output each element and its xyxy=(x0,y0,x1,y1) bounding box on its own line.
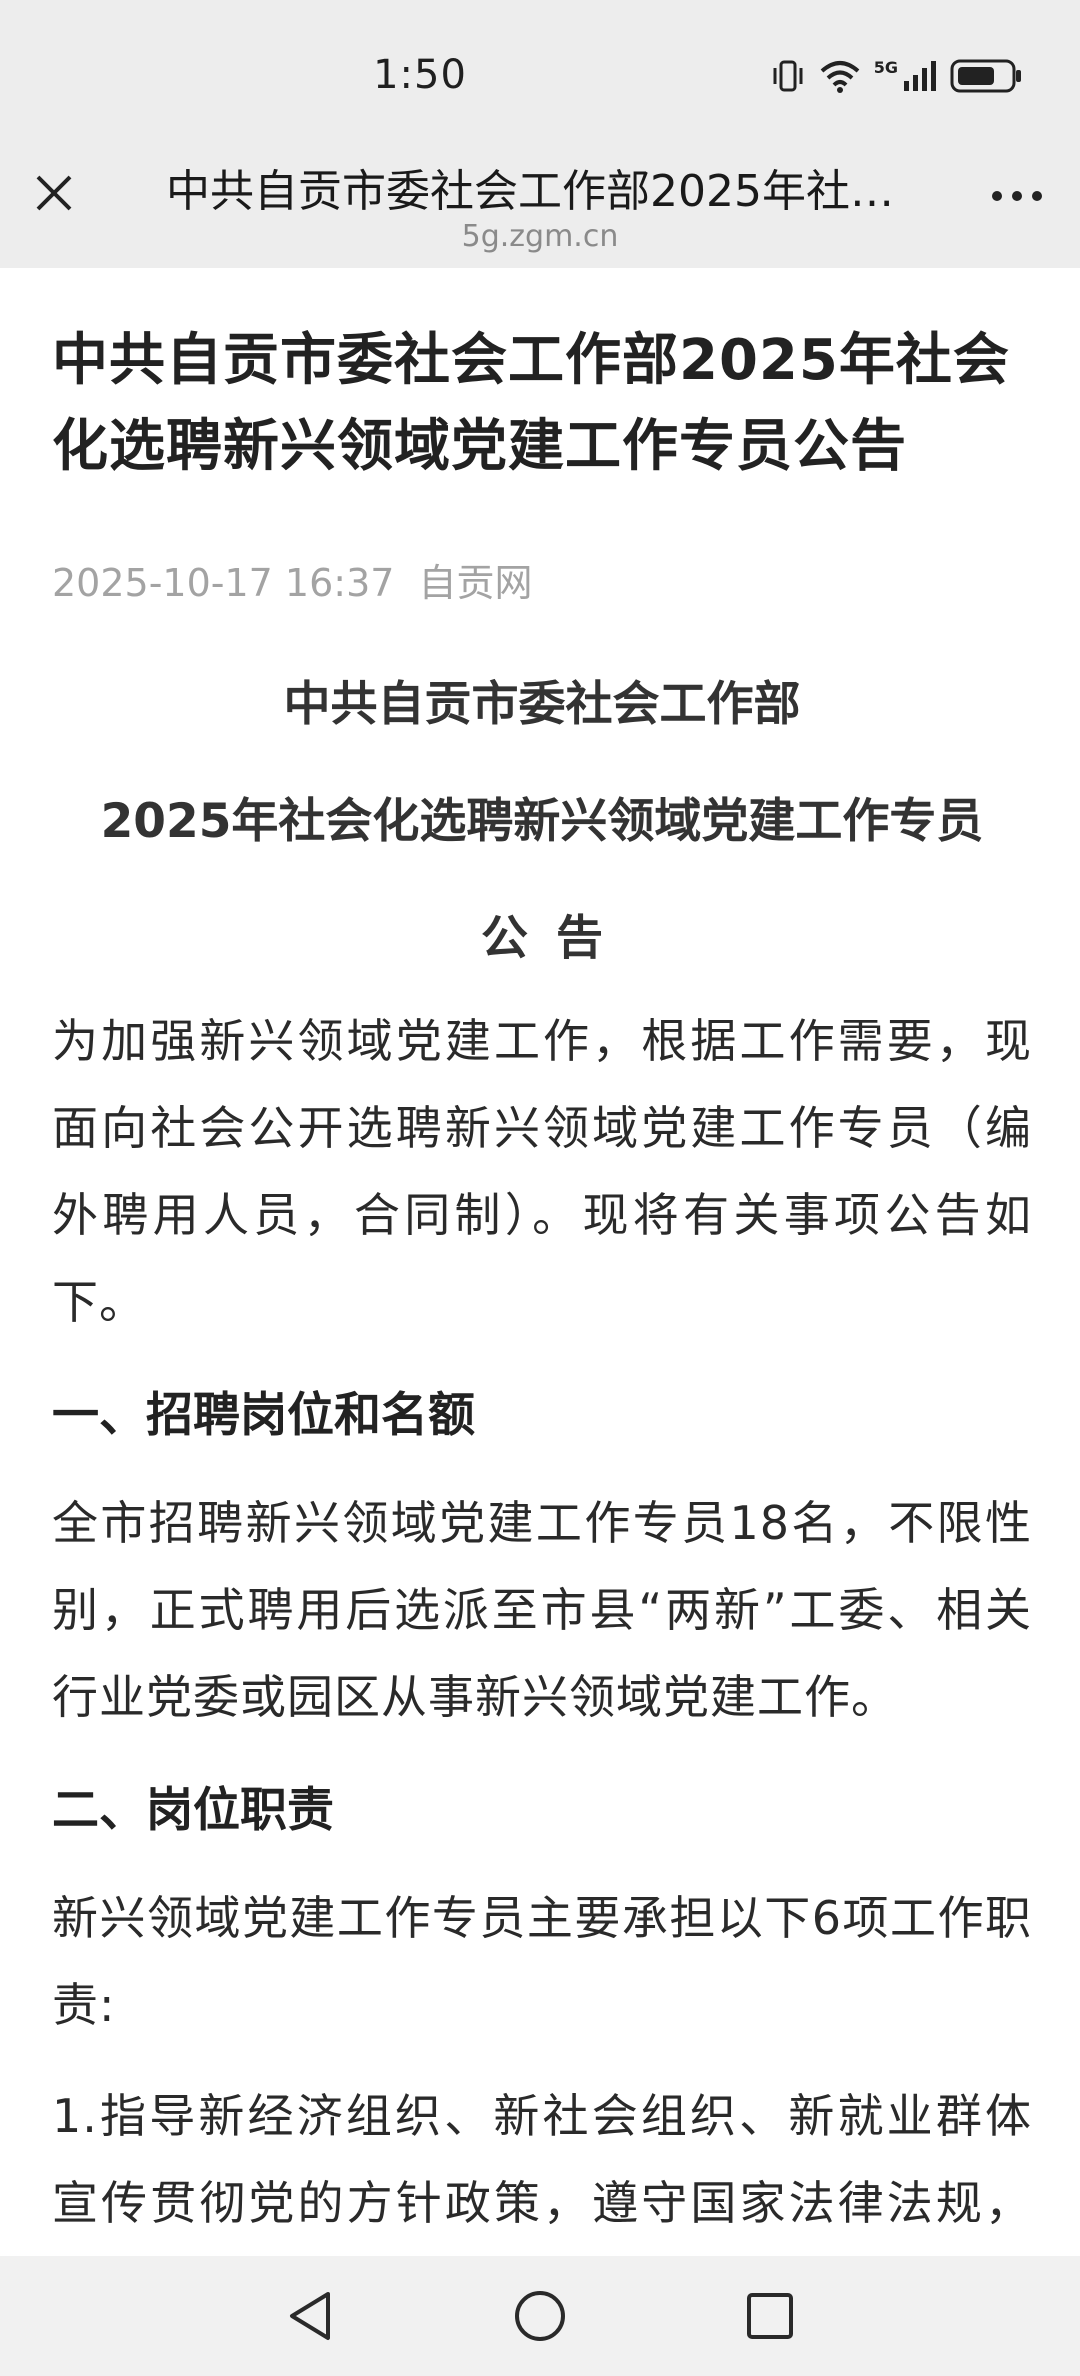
heading-line-1: 中共自贡市委社会工作部 xyxy=(283,677,801,732)
intro-paragraph: 为加强新兴领域党建工作，根据工作需要，现面向社会公开选聘新兴领域党建工作专员（编… xyxy=(52,1014,1032,1329)
close-button[interactable] xyxy=(20,161,88,229)
heading-line-3: 公告 xyxy=(481,911,631,966)
vibrate-icon xyxy=(770,59,806,93)
signal-icon xyxy=(902,59,938,93)
status-bar: 1:50 5G xyxy=(0,0,1080,135)
recent-apps-button[interactable] xyxy=(730,2278,810,2358)
status-time: 1:50 xyxy=(373,52,467,98)
article-meta: 2025-10-17 16:37 自贡网 xyxy=(52,552,1032,607)
recent-apps-icon xyxy=(744,2290,796,2346)
back-icon xyxy=(284,2288,336,2348)
close-icon xyxy=(32,171,76,219)
status-icons: 5G xyxy=(770,58,1024,94)
battery-icon xyxy=(950,58,1024,94)
heading-line-2: 2025年社会化选聘新兴领域党建工作专员 xyxy=(100,794,984,849)
network-label: 5G xyxy=(873,58,898,77)
article-date: 2025-10-17 16:37 xyxy=(52,561,395,605)
header-domain: 5g.zgm.cn xyxy=(461,219,619,254)
system-nav-bar xyxy=(0,2256,1080,2376)
article-source[interactable]: 自贡网 xyxy=(418,561,532,605)
more-icon xyxy=(989,188,1045,207)
back-button[interactable] xyxy=(270,2278,350,2358)
home-button[interactable] xyxy=(500,2278,580,2358)
wifi-icon xyxy=(818,59,862,93)
section-2-paragraph: 新兴领域党建工作专员主要承担以下6项工作职责: xyxy=(52,1891,1032,2032)
section-1-heading: 一、招聘岗位和名额 xyxy=(52,1388,475,1443)
article-title: 中共自贡市委社会工作部2025年社会化选聘新兴领域党建工作专员公告 xyxy=(52,328,1010,479)
section-2-heading: 二、岗位职责 xyxy=(52,1783,334,1838)
article: 中共自贡市委社会工作部2025年社会化选聘新兴领域党建工作专员公告 2025-1… xyxy=(52,268,1032,2334)
more-button[interactable] xyxy=(982,167,1052,227)
section-1-paragraph: 全市招聘新兴领域党建工作专员18名，不限性别，正式聘用后选派至市县“两新”工委、… xyxy=(52,1496,1032,1724)
browser-header: 中共自贡市委社会工作部2025年社… 5g.zgm.cn xyxy=(0,135,1080,268)
header-title: 中共自贡市委社会工作部2025年社… xyxy=(166,166,894,217)
home-icon xyxy=(512,2288,568,2348)
